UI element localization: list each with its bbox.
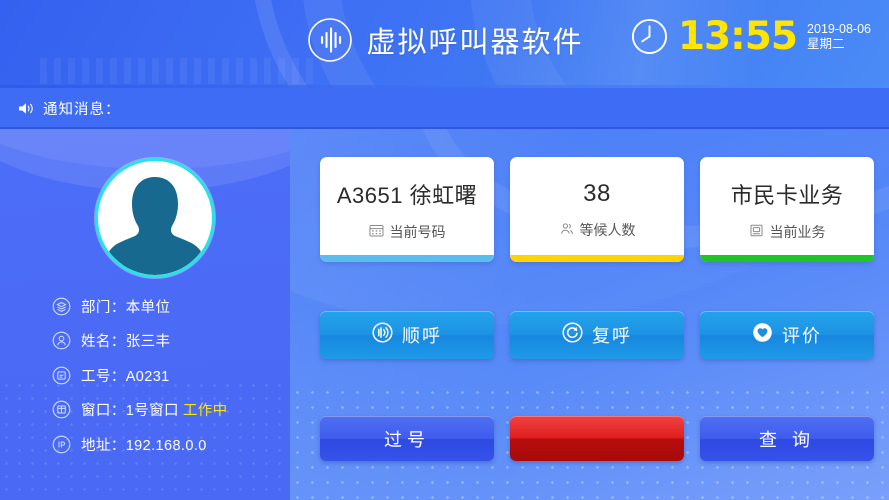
page-title: 虚拟呼叫器软件 — [366, 27, 584, 59]
app-window: 虚拟呼叫器软件 13:55 2019-08-06 星期二 通知消息： 部门：本单… — [0, 0, 889, 500]
main-panel: A3651 徐虹曙 当前号码 38 等候人数 市民卡业务 当前业务 顺呼 复呼 … — [290, 129, 889, 500]
call-next-button[interactable]: 顺呼 — [320, 311, 494, 359]
ticket-grid-icon — [369, 223, 384, 241]
info-row-employee-id: 工号：A0231 — [52, 364, 228, 386]
avatar — [95, 158, 215, 278]
ip-icon — [52, 435, 71, 454]
header-stripe-decoration — [40, 58, 320, 84]
skip-number-button[interactable]: 过号 — [320, 416, 494, 461]
stat-card-row: A3651 徐虹曙 当前号码 38 等候人数 市民卡业务 当前业务 — [320, 157, 874, 262]
business-icon — [749, 223, 764, 241]
broadcast-icon — [372, 322, 393, 348]
evaluate-button[interactable]: 评价 — [700, 311, 874, 359]
notification-bar: 通知消息： — [0, 88, 889, 128]
notification-label: 通知消息： — [43, 101, 121, 118]
info-row-department: 部门：本单位 — [52, 295, 228, 317]
card-waiting-count-bar — [510, 255, 684, 262]
clock-icon — [630, 17, 669, 56]
current-weekday: 星期二 — [807, 37, 845, 51]
query-button-label: 查 询 — [758, 429, 815, 450]
card-waiting-count[interactable]: 38 等候人数 — [510, 157, 684, 262]
card-current-number-label-row: 当前号码 — [369, 222, 446, 242]
bottom-button-row: 过号 查 询 — [320, 416, 874, 461]
user-info-list: 部门：本单位 姓名：张三丰 工号：A0231 窗口：1号窗口 工作中 地址：19… — [52, 295, 228, 455]
sound-wave-circle-icon — [305, 16, 353, 64]
department-icon — [52, 297, 71, 316]
evaluate-button-label: 评价 — [782, 326, 822, 346]
current-date: 2019-08-06 — [807, 21, 871, 36]
info-text-ip: 地址：192.168.0.0 — [81, 437, 207, 454]
card-current-business[interactable]: 市民卡业务 当前业务 — [700, 157, 874, 262]
query-button[interactable]: 查 询 — [700, 416, 874, 461]
card-current-business-value: 市民卡业务 — [730, 182, 844, 208]
info-row-ip: 地址：192.168.0.0 — [52, 433, 228, 455]
people-icon — [559, 221, 574, 239]
user-avatar-icon — [95, 158, 215, 278]
heart-icon — [752, 322, 773, 348]
brand: 虚拟呼叫器软件 — [305, 16, 583, 64]
info-text-window: 窗口：1号窗口 工作中 — [81, 403, 228, 419]
app-header: 虚拟呼叫器软件 13:55 2019-08-06 星期二 — [0, 0, 889, 88]
badge-icon — [52, 366, 71, 385]
card-current-number-value: A3651 徐虹曙 — [336, 182, 478, 208]
info-text-department: 部门：本单位 — [81, 299, 171, 316]
person-icon — [52, 331, 71, 350]
speaker-icon — [18, 101, 35, 116]
window-status-badge: 工作中 — [182, 403, 228, 419]
card-waiting-count-label-row: 等候人数 — [559, 220, 636, 240]
stop-button[interactable] — [510, 416, 684, 461]
card-current-business-bar — [700, 255, 874, 262]
action-button-row: 顺呼 复呼 评价 — [320, 311, 874, 359]
card-current-business-label: 当前业务 — [769, 223, 826, 240]
recall-button-label: 复呼 — [592, 326, 632, 346]
call-next-button-label: 顺呼 — [402, 326, 442, 346]
card-waiting-count-label: 等候人数 — [579, 221, 636, 238]
clock-widget: 13:55 2019-08-06 星期二 — [630, 17, 871, 56]
info-text-employee-id: 工号：A0231 — [81, 368, 170, 385]
info-text-name: 姓名：张三丰 — [81, 334, 171, 350]
card-current-business-label-row: 当前业务 — [749, 222, 826, 242]
info-row-window: 窗口：1号窗口 工作中 — [52, 399, 228, 421]
window-icon — [52, 400, 71, 419]
card-waiting-count-value: 38 — [583, 179, 611, 207]
current-time: 13:55 — [677, 14, 798, 59]
skip-number-button-label: 过号 — [384, 429, 430, 450]
card-current-number-label: 当前号码 — [389, 223, 446, 240]
recall-button[interactable]: 复呼 — [510, 311, 684, 359]
card-current-number-bar — [320, 255, 494, 262]
info-row-name: 姓名：张三丰 — [52, 330, 228, 352]
date-block: 2019-08-06 星期二 — [807, 21, 871, 51]
sidebar: 部门：本单位 姓名：张三丰 工号：A0231 窗口：1号窗口 工作中 地址：19… — [0, 129, 290, 500]
card-current-number[interactable]: A3651 徐虹曙 当前号码 — [320, 157, 494, 262]
refresh-icon — [562, 322, 583, 348]
